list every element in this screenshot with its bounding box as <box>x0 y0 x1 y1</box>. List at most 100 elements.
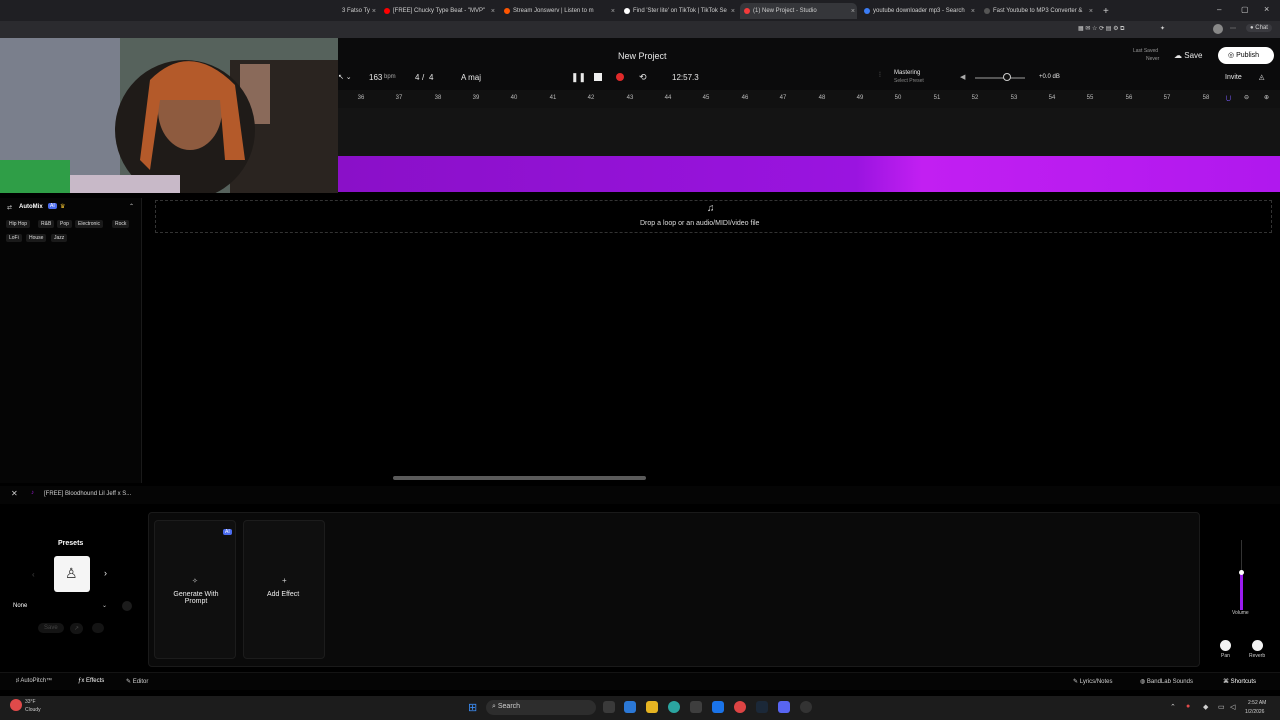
zoom-out-icon[interactable]: ⊖ <box>1244 94 1249 101</box>
next-preset-icon[interactable]: › <box>104 568 107 578</box>
browser-tab-active[interactable]: (1) New Project - Studio × <box>740 3 857 19</box>
chevron-down-icon[interactable]: ⌄ <box>102 602 107 609</box>
publish-button[interactable]: ◎ Publish <box>1218 47 1274 64</box>
discord-icon[interactable] <box>778 701 790 713</box>
close-tab-icon[interactable]: × <box>1089 8 1093 15</box>
profile-avatar[interactable] <box>1213 24 1223 34</box>
genre-chip[interactable]: Pop <box>57 220 72 228</box>
volume-fader[interactable] <box>1231 540 1253 610</box>
save-button[interactable]: ☁ Save <box>1174 51 1202 60</box>
store-icon[interactable] <box>690 701 702 713</box>
lyrics-notes-button[interactable]: ✎ Lyrics/Notes <box>1073 678 1113 685</box>
copilot-icon[interactable] <box>624 701 636 713</box>
invite-button[interactable]: Invite <box>1225 74 1242 81</box>
close-tab-icon[interactable]: × <box>851 8 855 15</box>
browser-tab[interactable]: youtube downloader mp3 - Search × <box>860 3 977 19</box>
tray-app-icon-2[interactable]: ◆ <box>1203 703 1208 711</box>
record-icon[interactable] <box>616 73 624 81</box>
steam-icon[interactable] <box>756 701 768 713</box>
genre-chip[interactable]: R&B <box>38 220 55 228</box>
volume-icon[interactable]: ◁ <box>1230 703 1235 711</box>
key-select[interactable]: A maj <box>461 73 481 82</box>
edge-icon[interactable] <box>668 701 680 713</box>
reverb-knob[interactable] <box>1252 640 1263 651</box>
genre-chip[interactable]: Jazz <box>51 234 68 242</box>
preset-select[interactable]: None <box>13 603 27 609</box>
mastering-label[interactable]: Mastering <box>894 70 920 76</box>
pause-icon[interactable]: ❚❚ <box>571 72 586 83</box>
preset-action-icon[interactable] <box>122 601 132 611</box>
bandlab-sounds-button[interactable]: ◍ BandLab Sounds <box>1140 678 1193 685</box>
speaker-icon[interactable]: ◀ <box>960 73 965 81</box>
bpm-value[interactable]: 163 <box>369 73 382 82</box>
effects-tab[interactable]: ƒx Effects <box>78 678 104 684</box>
minimize-icon[interactable]: – <box>1217 5 1221 14</box>
horizontal-scrollbar[interactable] <box>393 476 646 480</box>
fader-knob[interactable] <box>1239 569 1244 575</box>
share-preset-icon[interactable]: ↗ <box>70 623 84 634</box>
close-window-icon[interactable]: × <box>1264 4 1269 14</box>
genre-chip[interactable]: House <box>26 234 47 242</box>
tray-app-icon[interactable]: ● <box>1186 703 1190 710</box>
preset-thumbnail[interactable]: ♙ <box>54 556 90 592</box>
track-lane[interactable] <box>338 108 1280 156</box>
weather-temp[interactable]: 33°F <box>25 699 36 705</box>
clock-time[interactable]: 2:52 AM <box>1248 700 1266 706</box>
close-tab-icon[interactable]: × <box>372 8 376 15</box>
stop-icon[interactable] <box>594 73 602 81</box>
shortcuts-button[interactable]: ⌘ Shortcuts <box>1223 678 1256 685</box>
add-effect-card[interactable]: + Add Effect <box>243 520 325 659</box>
close-tab-icon[interactable]: × <box>491 8 495 15</box>
snap-icon[interactable]: ⋃ <box>1226 95 1231 102</box>
copilot-chat-button[interactable]: ● Chat <box>1246 24 1272 32</box>
generate-with-prompt-card[interactable]: AI ✧ Generate With Prompt <box>154 520 236 659</box>
time-sig-den[interactable]: 4 <box>429 73 433 82</box>
weather-condition[interactable]: Cloudy <box>25 707 41 713</box>
browser-tab[interactable]: Fast Youtube to MP3 Converter & × <box>980 3 1095 19</box>
file-explorer-icon[interactable] <box>646 701 658 713</box>
close-tab-icon[interactable]: × <box>731 8 735 15</box>
collapse-icon[interactable]: ⌃ <box>129 203 134 210</box>
obs-icon[interactable] <box>800 701 812 713</box>
timeline-ruler[interactable]: 36 37 38 39 40 41 42 43 44 45 46 47 48 4… <box>338 90 1280 108</box>
tool-select-icon[interactable]: ↖ ⌄ <box>338 73 352 81</box>
maximize-icon[interactable]: ▢ <box>1241 5 1249 14</box>
save-preset-button[interactable]: Save <box>38 623 64 633</box>
master-volume-knob[interactable] <box>1003 73 1011 81</box>
genre-chip[interactable]: Electronic <box>75 220 103 228</box>
close-panel-icon[interactable]: ✕ <box>11 489 18 498</box>
more-preset-icon[interactable] <box>92 623 104 633</box>
time-sig-num[interactable]: 4 <box>415 73 419 82</box>
clock-date[interactable]: 1/2/2026 <box>1245 709 1264 715</box>
prev-preset-icon[interactable]: ‹ <box>32 570 35 579</box>
loop-icon[interactable]: ⟲ <box>639 72 647 83</box>
browser-tab[interactable]: 3 Fatso Ty × <box>338 3 378 19</box>
task-view-icon[interactable] <box>603 701 615 713</box>
puzzle-icon[interactable]: ✦ <box>1160 25 1165 32</box>
zoom-in-icon[interactable]: ⊕ <box>1264 94 1269 101</box>
track-name[interactable]: [FREE] Bloodhound Lil Jeff x S... <box>44 491 131 497</box>
mastering-preset[interactable]: Select Preset <box>894 78 924 84</box>
taskbar-search[interactable]: ⌕ Search <box>486 700 596 715</box>
browser-tab[interactable]: Stream Jonswerv | Listen to m × <box>500 3 617 19</box>
audio-region-waveform[interactable] <box>338 156 1280 192</box>
new-tab-button[interactable]: + <box>1099 3 1113 19</box>
genre-chip[interactable]: Hip Hop <box>6 220 31 228</box>
chrome-icon[interactable] <box>734 701 746 713</box>
network-icon[interactable]: ▭ <box>1218 703 1225 711</box>
weather-icon[interactable] <box>10 699 22 711</box>
windows-start-icon[interactable]: ⊞ <box>468 701 477 714</box>
autopitch-button[interactable]: ♯ AutoPitch™ <box>16 678 52 684</box>
browser-tab[interactable]: Find 'Ster lite' on TikTok | TikTok Se × <box>620 3 737 19</box>
close-tab-icon[interactable]: × <box>971 8 975 15</box>
editor-tab[interactable]: ✎ Editor <box>126 678 148 685</box>
more-menu-icon[interactable]: ⋯ <box>1230 25 1236 32</box>
genre-chip[interactable]: Rock <box>112 220 130 228</box>
master-volume-slider[interactable] <box>975 77 1025 79</box>
tray-chevron-icon[interactable]: ⌃ <box>1170 703 1176 711</box>
close-tab-icon[interactable]: × <box>611 8 615 15</box>
bell-icon[interactable]: ◬ <box>1259 73 1264 81</box>
project-title[interactable]: New Project <box>618 51 667 61</box>
browser-tab[interactable]: [FREE] Chucky Type Beat - "MVP" × <box>380 3 497 19</box>
pan-knob[interactable] <box>1220 640 1231 651</box>
